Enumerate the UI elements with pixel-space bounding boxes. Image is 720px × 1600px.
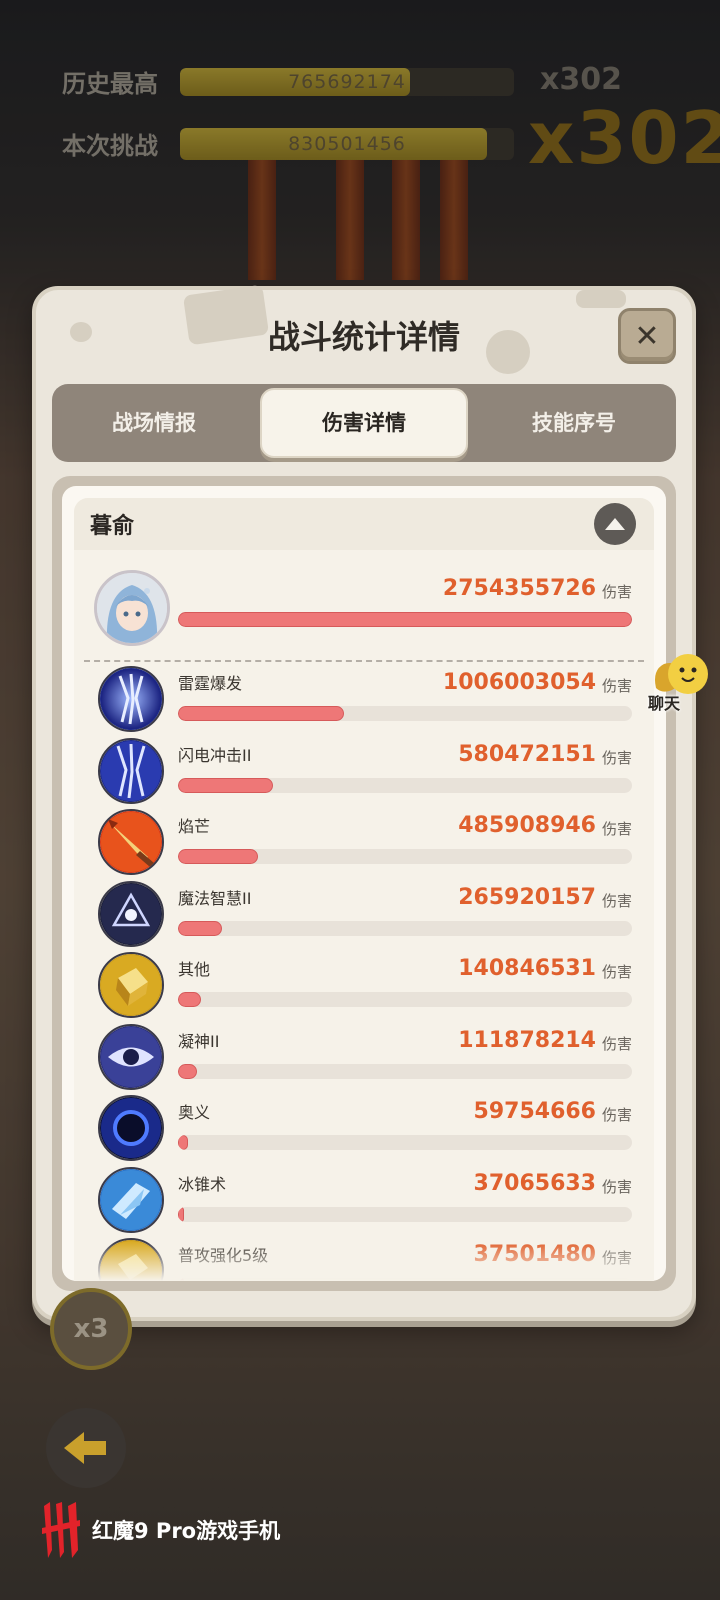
damage-list-scroll[interactable]: 暮俞 2754355726 伤害 雷霆爆发 1006003054 伤害 闪电冲击…: [62, 486, 666, 1281]
skill-damage: 580472151: [458, 741, 596, 767]
skill-damage: 485908946: [458, 813, 596, 838]
hero-portrait-icon: [97, 573, 167, 643]
skill-row: 雷霆爆发 1006003054 伤害: [74, 662, 654, 734]
skill-damage-fill: [178, 849, 258, 864]
hero-avatar: [94, 570, 170, 646]
skill-damage-bar: [178, 1206, 632, 1222]
skill-damage-unit: 伤害: [601, 748, 632, 767]
skill-name: 其他: [178, 960, 211, 979]
skill-damage-unit: 伤害: [601, 677, 632, 695]
arcane-orb-icon: [98, 1095, 164, 1161]
skill-damage: 59754666: [473, 1099, 596, 1124]
watermark-text: 红魔9 Pro游戏手机: [92, 1519, 281, 1543]
tab-bar: 战场情报 伤害详情 技能序号: [52, 384, 676, 462]
skill-name: 凝神II: [178, 1031, 220, 1051]
magic-wisdom-icon: [98, 880, 164, 947]
skill-damage-fill: [178, 920, 222, 936]
hero-total-row: 2754355726 伤害: [74, 550, 654, 660]
tab-battlefield-info[interactable]: 战场情报: [52, 390, 256, 456]
flame-blade-icon: [98, 809, 164, 875]
skill-row: 奥义 59754666 伤害: [74, 1091, 654, 1163]
skill-damage: 111878214: [458, 1027, 596, 1053]
collapse-button[interactable]: [594, 503, 636, 545]
skill-damage-fill: [178, 992, 202, 1007]
skill-damage-fill: [178, 1135, 188, 1150]
red-magic-logo-icon: [42, 1502, 80, 1558]
skill-damage-bar: [178, 920, 632, 936]
skill-damage-fill: [178, 1063, 197, 1079]
skill-name: 雷霆爆发: [178, 674, 243, 693]
skill-row: 焰芒 485908946 伤害: [74, 805, 654, 877]
skill-row: 冰锥术 37065633 伤害: [74, 1163, 654, 1235]
tab-damage-details[interactable]: 伤害详情: [260, 388, 468, 458]
lightning-burst-icon: [98, 666, 164, 732]
skill-damage: 140846531: [458, 956, 596, 981]
skill-damage-unit: 伤害: [601, 963, 632, 981]
gold-block-icon: [98, 952, 164, 1018]
skill-damage-fill: [178, 777, 274, 793]
tab-skill-order[interactable]: 技能序号: [472, 390, 676, 456]
skill-name: 奥义: [178, 1103, 211, 1122]
skill-damage: 37065633: [473, 1170, 596, 1196]
close-icon: ✕: [634, 318, 660, 354]
skill-damage-bar: [178, 777, 632, 793]
chevron-up-icon: [605, 518, 625, 530]
skill-list: 雷霆爆发 1006003054 伤害 闪电冲击II 580472151 伤害 焰芒 48590…: [74, 662, 654, 1281]
damage-panel: 暮俞 2754355726 伤害 雷霆爆发 1006003054 伤害 闪电冲击…: [52, 476, 676, 1291]
speed-button[interactable]: x3: [50, 1288, 132, 1370]
skill-row: 凝神II 111878214 伤害: [74, 1020, 654, 1092]
hero-damage-bar: [178, 612, 632, 627]
hero-name: 暮俞: [90, 514, 135, 539]
skill-name: 闪电冲击II: [178, 745, 252, 765]
battle-stats-modal: 战斗统计详情 ✕ 战场情报 伤害详情 技能序号 暮俞 2754355726 伤害…: [32, 284, 696, 1321]
decor-shape: [576, 290, 626, 308]
hero-total-damage: 2754355726: [442, 576, 596, 601]
skill-damage-unit: 伤害: [601, 820, 632, 838]
hero-damage-fill: [178, 612, 632, 627]
back-arrow-icon: [64, 1432, 106, 1464]
device-watermark: 红魔9 Pro游戏手机: [40, 1500, 280, 1560]
hero-section: 暮俞 2754355726 伤害 雷霆爆发 1006003054 伤害 闪电冲击…: [74, 498, 654, 1281]
skill-name: 焰芒: [178, 817, 211, 836]
skill-damage-bar: [178, 849, 632, 864]
skill-damage-unit: 伤害: [601, 1034, 632, 1053]
list-fade: [74, 1241, 654, 1281]
skill-damage-bar: [178, 992, 632, 1007]
skill-damage-unit: 伤害: [601, 1106, 632, 1124]
hero-damage-unit: 伤害: [601, 583, 632, 601]
hero-section-header[interactable]: 暮俞: [74, 498, 654, 550]
eye-focus-icon: [98, 1023, 164, 1090]
skill-name: 冰锥术: [178, 1174, 227, 1194]
chat-label[interactable]: 聊天: [648, 690, 680, 714]
skill-damage-fill: [178, 706, 344, 721]
skill-damage: 265920157: [458, 884, 596, 910]
skill-row: 魔法智慧II 265920157 伤害: [74, 877, 654, 949]
skill-damage-unit: 伤害: [601, 891, 632, 910]
skill-damage-unit: 伤害: [601, 1177, 632, 1196]
ice-shard-icon: [98, 1166, 164, 1233]
modal-title: 战斗统计详情: [267, 318, 460, 356]
skill-damage-bar: [178, 1063, 632, 1079]
close-button[interactable]: ✕: [618, 308, 676, 364]
back-button[interactable]: [46, 1408, 126, 1488]
skill-damage-bar: [178, 706, 632, 721]
skill-damage: 1006003054: [442, 670, 596, 695]
skill-name: 魔法智慧II: [178, 888, 252, 908]
skill-damage-fill: [178, 1206, 184, 1222]
skill-row: 闪电冲击II 580472151 伤害: [74, 734, 654, 806]
skill-row: 其他 140846531 伤害: [74, 948, 654, 1020]
skill-damage-bar: [178, 1135, 632, 1150]
lightning-strike-icon: [98, 737, 164, 804]
